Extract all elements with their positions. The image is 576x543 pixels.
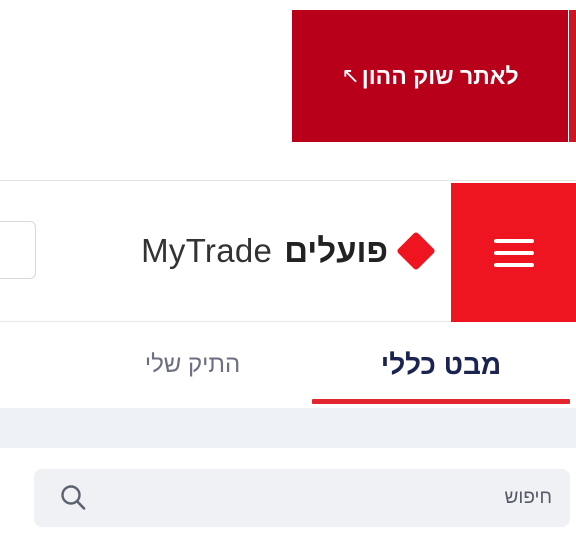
brand-logo[interactable]: פועלים MyTrade bbox=[141, 227, 438, 275]
active-tab-indicator bbox=[312, 399, 570, 404]
diamond-logo-icon bbox=[394, 229, 438, 273]
external-link-arrow-icon: ↖ bbox=[341, 63, 360, 88]
capital-market-link-button[interactable]: לאתר שוק ההון ↖ bbox=[292, 10, 568, 142]
main-tabs: מבט כללי התיק שלי bbox=[0, 322, 576, 408]
adjacent-red-panel-edge bbox=[569, 10, 576, 142]
header-left-control[interactable] bbox=[0, 221, 36, 279]
menu-button[interactable] bbox=[451, 183, 576, 322]
tab-my-portfolio[interactable]: התיק שלי bbox=[95, 322, 290, 408]
search-input[interactable] bbox=[104, 469, 552, 527]
brand-hebrew-name: פועלים bbox=[284, 232, 388, 269]
tab-overview[interactable]: מבט כללי bbox=[312, 322, 570, 408]
brand-english-name: MyTrade bbox=[141, 232, 273, 269]
search-bar bbox=[34, 469, 570, 527]
hamburger-icon bbox=[493, 238, 534, 267]
search-icon[interactable] bbox=[58, 483, 88, 513]
section-divider-band bbox=[0, 408, 576, 448]
capital-market-link-label: לאתר שוק ההון bbox=[361, 62, 519, 89]
app-header: פועלים MyTrade bbox=[0, 180, 576, 322]
